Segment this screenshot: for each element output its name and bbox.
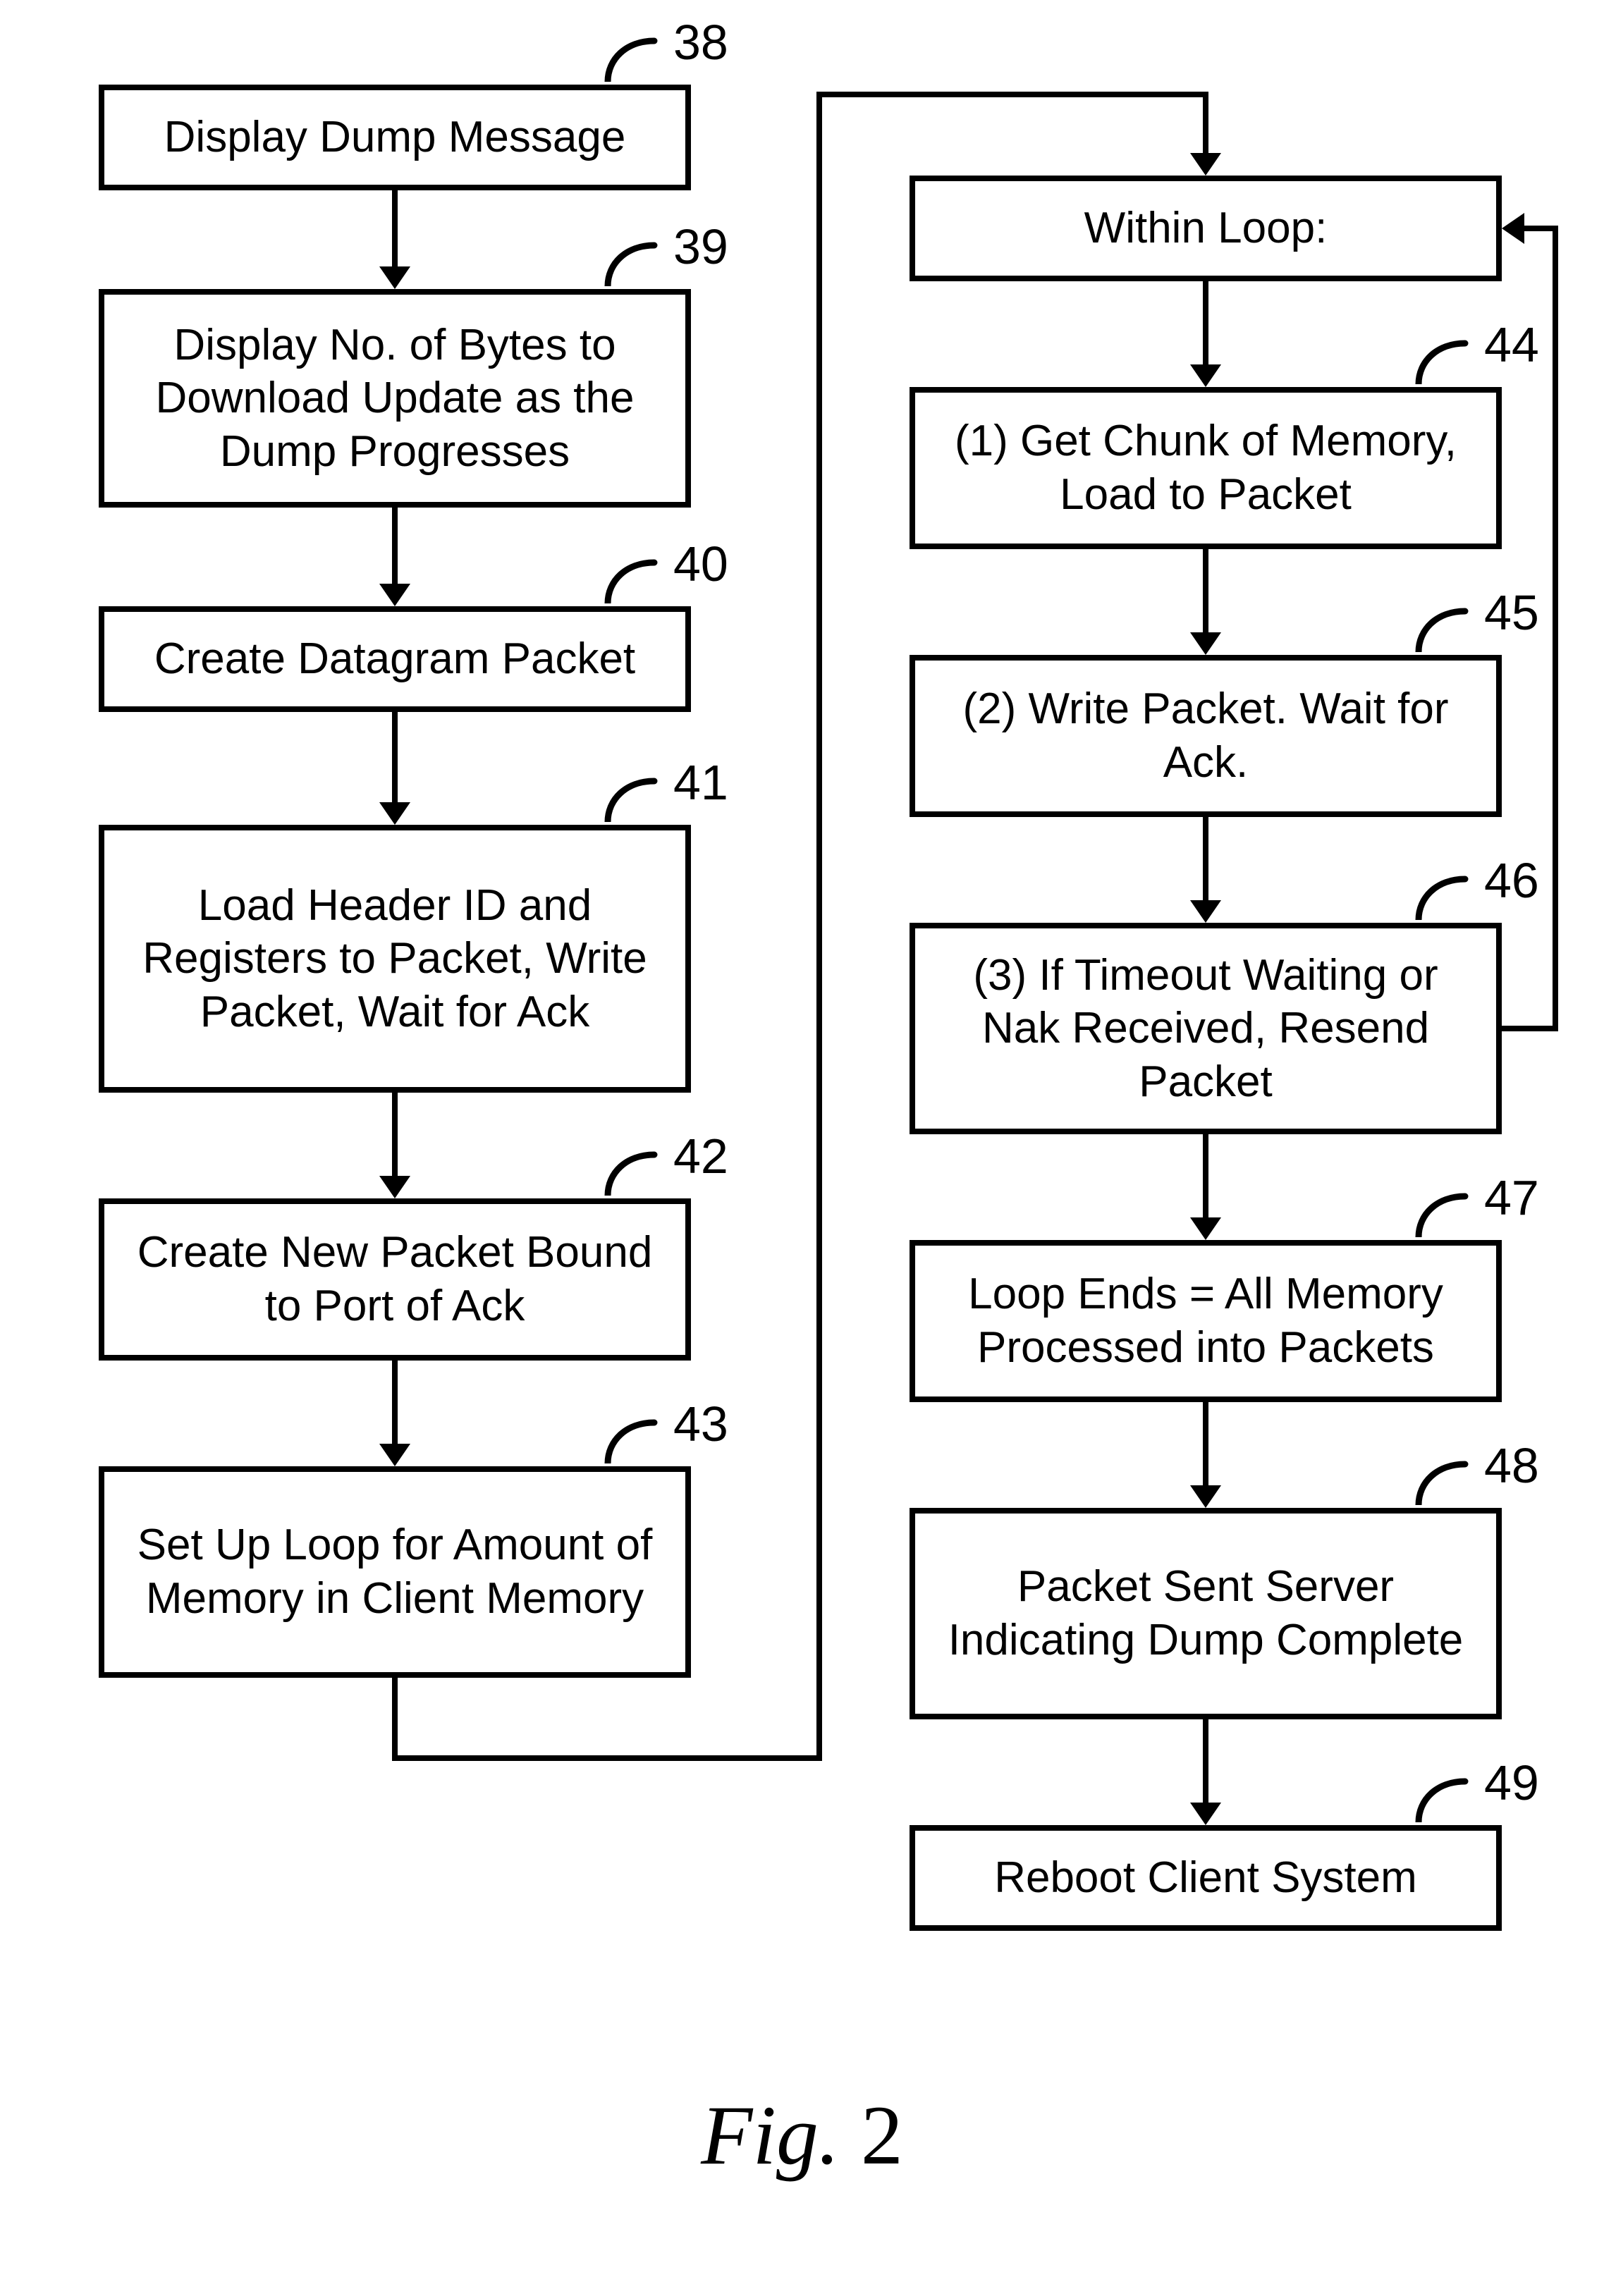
arrowhead-feedback	[1502, 213, 1524, 244]
arrowhead-into-loop	[1190, 153, 1221, 176]
node-46: (3) If Timeout Waiting or Nak Received, …	[910, 923, 1502, 1134]
node-45: (2) Write Packet. Wait for Ack.	[910, 655, 1502, 817]
callout-hook-49	[1410, 1773, 1474, 1822]
figure-caption: Fig. 2	[0, 2087, 1604, 2184]
caption-prefix: Fig.	[701, 2088, 861, 2182]
node-38: Display Dump Message	[99, 85, 691, 190]
seg-fb-up	[1553, 226, 1558, 1031]
callout-hook-48	[1410, 1456, 1474, 1505]
node-40: Create Datagram Packet	[99, 606, 691, 712]
callout-hook-43	[599, 1414, 663, 1463]
node-49: Reboot Client System	[910, 1825, 1502, 1931]
seg-fb-in	[1524, 226, 1558, 231]
caption-number: 2	[861, 2088, 903, 2182]
node-number-47: 47	[1484, 1170, 1539, 1226]
seg-43-up	[816, 92, 822, 1761]
callout-hook-46	[1410, 871, 1474, 920]
seg-43-down	[392, 1678, 398, 1761]
seg-43-h2	[816, 92, 1206, 97]
node-39: Display No. of Bytes to Download Update …	[99, 289, 691, 508]
node-44: (1) Get Chunk of Memory, Load to Packet	[910, 387, 1502, 549]
node-number-48: 48	[1484, 1437, 1539, 1494]
callout-hook-39	[599, 237, 663, 286]
node-number-44: 44	[1484, 317, 1539, 373]
callout-hook-38	[599, 32, 663, 82]
callout-hook-41	[599, 773, 663, 822]
node-number-41: 41	[673, 754, 728, 811]
flowchart-canvas: 38 Display Dump Message 39 Display No. o…	[0, 0, 1604, 2296]
node-number-40: 40	[673, 536, 728, 592]
node-43: Set Up Loop for Amount of Memory in Clie…	[99, 1466, 691, 1678]
seg-fb-out	[1502, 1026, 1558, 1031]
seg-43-intoLoop	[1203, 92, 1208, 153]
callout-hook-45	[1410, 603, 1474, 652]
node-47: Loop Ends = All Memory Processed into Pa…	[910, 1240, 1502, 1402]
seg-43-h1	[392, 1755, 822, 1761]
node-loop: Within Loop:	[910, 176, 1502, 281]
node-number-38: 38	[673, 14, 728, 70]
callout-hook-40	[599, 554, 663, 603]
callout-hook-42	[599, 1146, 663, 1196]
node-41: Load Header ID and Registers to Packet, …	[99, 825, 691, 1093]
node-number-49: 49	[1484, 1755, 1539, 1811]
node-number-45: 45	[1484, 584, 1539, 641]
node-number-43: 43	[673, 1396, 728, 1452]
node-42: Create New Packet Bound to Port of Ack	[99, 1198, 691, 1361]
callout-hook-47	[1410, 1188, 1474, 1237]
node-48: Packet Sent Server Indicating Dump Compl…	[910, 1508, 1502, 1719]
node-number-39: 39	[673, 219, 728, 275]
callout-hook-44	[1410, 335, 1474, 384]
node-number-42: 42	[673, 1128, 728, 1184]
node-number-46: 46	[1484, 852, 1539, 909]
